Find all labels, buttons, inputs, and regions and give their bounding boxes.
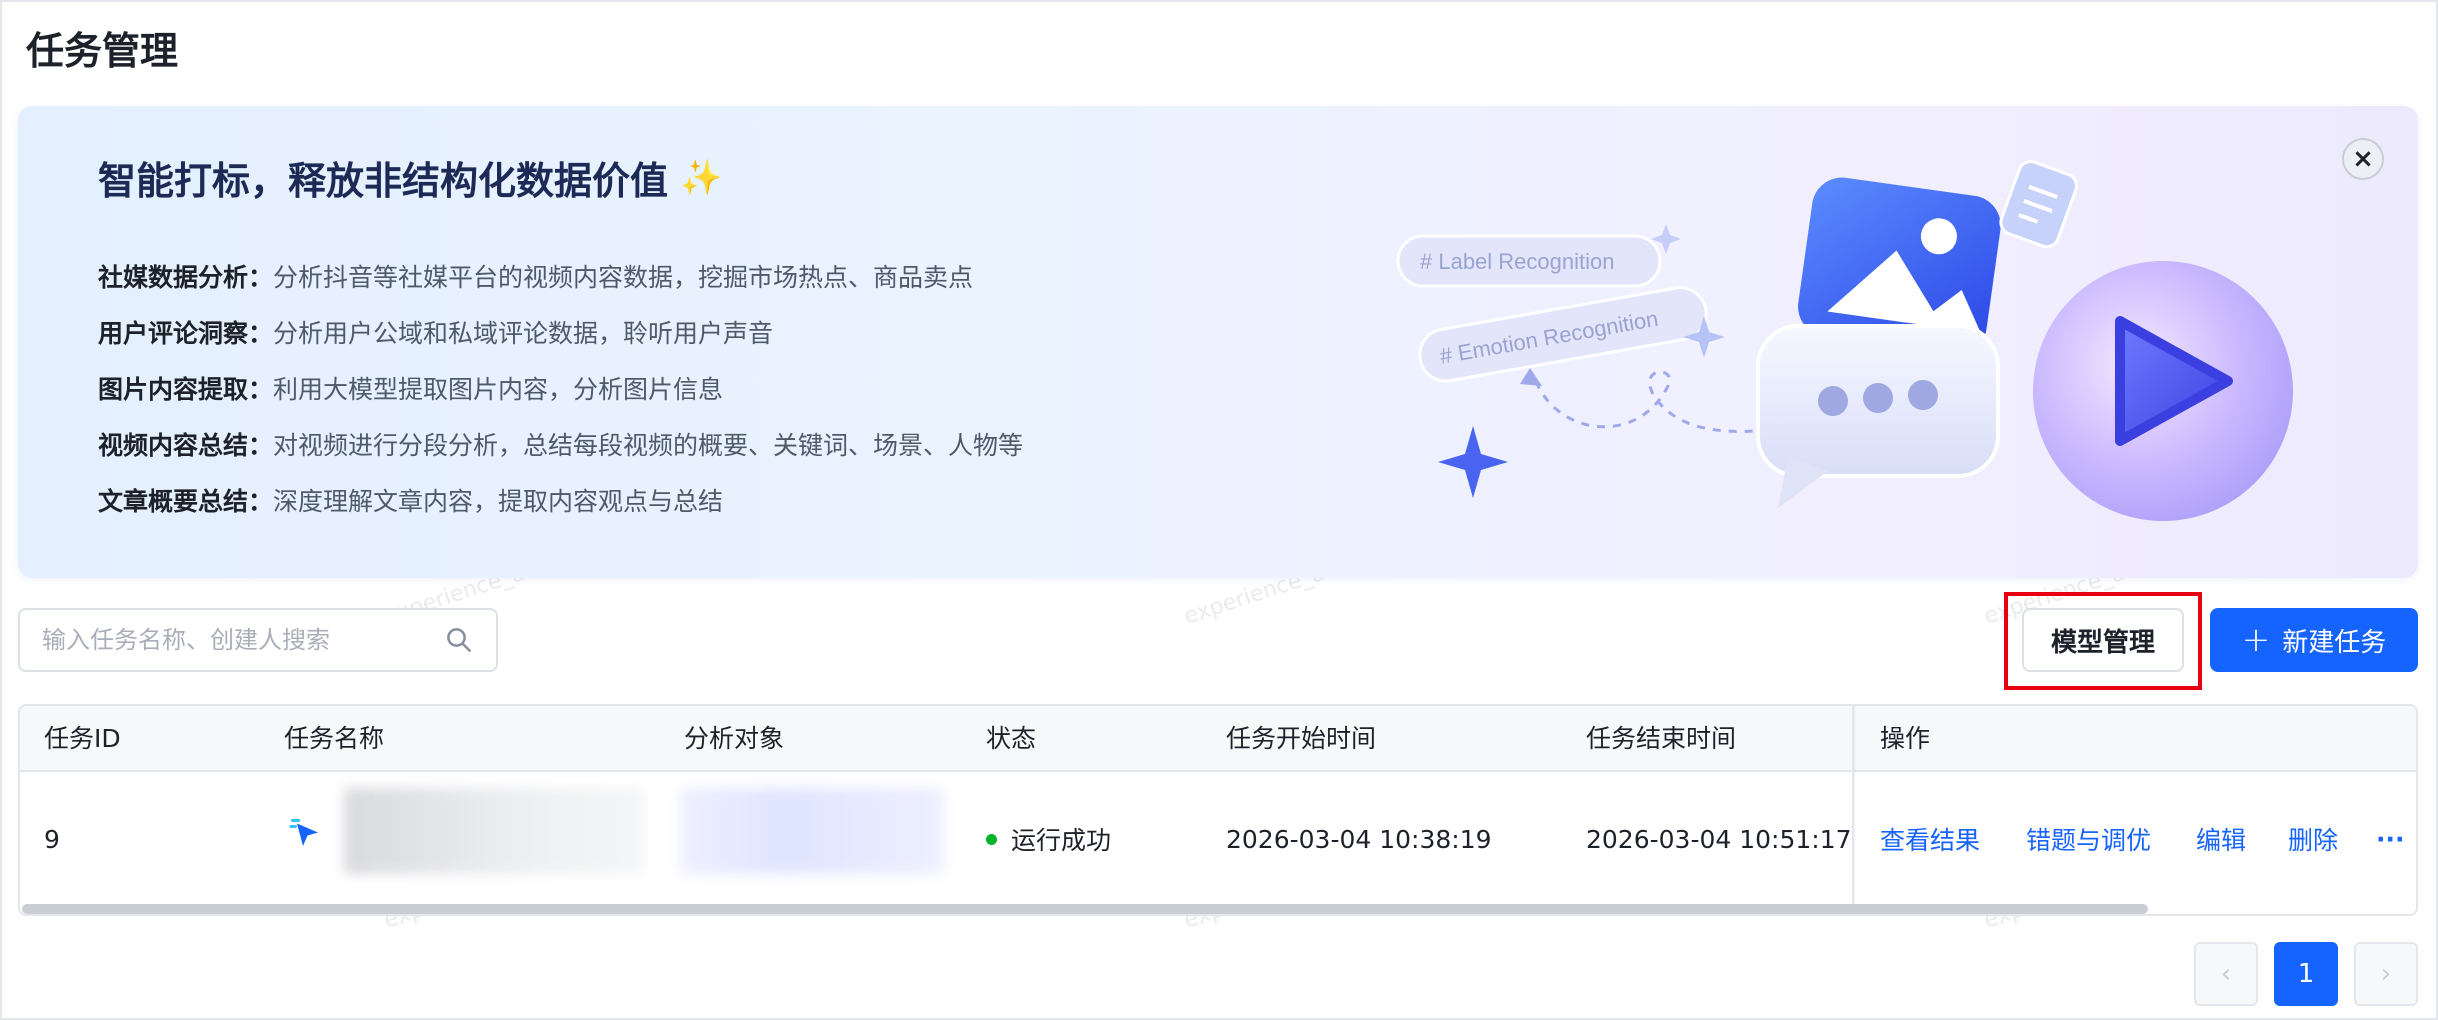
column-header-actions: 操作	[1880, 724, 1931, 753]
pagination-prev-button[interactable]: ‹	[2194, 942, 2258, 1006]
feature-desc: 深度理解文章内容，提取内容观点与总结	[273, 487, 724, 516]
play-icon	[2033, 261, 2293, 521]
column-header-end-time: 任务结束时间	[1586, 724, 1737, 753]
feature-key: 社媒数据分析：	[98, 263, 274, 292]
column-header-name: 任务名称	[284, 724, 385, 753]
fixed-column-divider	[1852, 706, 1856, 914]
sparkle-icon: ✨	[680, 157, 723, 198]
feature-key: 图片内容提取：	[98, 375, 274, 404]
feature-item: 用户评论洞察：分析用户公域和私域评论数据，聆听用户声音	[98, 314, 773, 350]
plus-icon: +	[2241, 620, 2271, 660]
task-name-redacted[interactable]	[344, 788, 644, 874]
banner-illustration: # Label Recognition # Emotion Recognitio…	[1396, 160, 2293, 521]
pagination-page-1[interactable]: 1	[2274, 942, 2338, 1006]
feature-key: 文章概要总结：	[98, 487, 274, 516]
cell-end-time: 2026-03-04 10:51:17	[1586, 824, 1852, 854]
status-text: 运行成功	[1011, 826, 1112, 855]
feature-desc: 分析用户公域和私域评论数据，聆听用户声音	[273, 319, 774, 348]
task-table: 任务ID 任务名称 分析对象 状态 任务开始时间 任务结束时间 操作 9 运行成…	[18, 704, 2418, 916]
model-manage-button[interactable]: 模型管理	[2022, 608, 2184, 672]
feature-key: 视频内容总结：	[98, 431, 274, 460]
column-header-target: 分析对象	[684, 724, 785, 753]
delete-link[interactable]: 删除	[2288, 772, 2338, 906]
column-header-start-time: 任务开始时间	[1226, 724, 1377, 753]
close-icon: ×	[2352, 144, 2374, 174]
feature-item: 文章概要总结：深度理解文章内容，提取内容观点与总结	[98, 482, 723, 518]
more-actions-icon[interactable]: ···	[2376, 772, 2405, 906]
page-title: 任务管理	[26, 29, 179, 73]
analysis-target-redacted[interactable]	[680, 788, 944, 874]
feature-item: 视频内容总结：对视频进行分段分析，总结每段视频的概要、关键词、场景、人物等	[98, 426, 1023, 462]
feature-key: 用户评论洞察：	[98, 319, 274, 348]
search-icon[interactable]	[444, 625, 474, 655]
label-recognition-tag: # Label Recognition	[1396, 234, 1662, 288]
promo-banner: 智能打标，释放非结构化数据价值 ✨ 社媒数据分析：分析抖音等社媒平台的视频内容数…	[18, 106, 2418, 578]
chat-bubble-icon	[1756, 324, 2000, 508]
search-box	[18, 608, 498, 672]
status-dot	[986, 833, 997, 845]
emotion-recognition-tag: # Emotion Recognition	[1418, 286, 1708, 383]
star-icon	[1438, 426, 1508, 498]
feature-item: 社媒数据分析：分析抖音等社媒平台的视频内容数据，挖掘市场热点、商品卖点	[98, 258, 973, 294]
cell-task-id: 9	[44, 824, 60, 854]
pagination-next-button[interactable]: ›	[2354, 942, 2418, 1006]
task-type-icon	[289, 819, 318, 846]
error-tuning-link[interactable]: 错题与调优	[2026, 772, 2151, 906]
banner-close-button[interactable]: ×	[2342, 138, 2384, 180]
cell-start-time: 2026-03-04 10:38:19	[1226, 824, 1492, 854]
horizontal-scrollbar[interactable]	[22, 904, 2148, 914]
table-row: 9 运行成功 2026-03-04 10:38:19 2026-03-04 10…	[20, 772, 2416, 914]
feature-desc: 分析抖音等社媒平台的视频内容数据，挖掘市场热点、商品卖点	[273, 263, 974, 292]
feature-desc: 对视频进行分段分析，总结每段视频的概要、关键词、场景、人物等	[273, 431, 1024, 460]
cell-status: 运行成功	[986, 772, 1111, 906]
column-header-id: 任务ID	[44, 724, 121, 753]
new-task-label: 新建任务	[2282, 627, 2387, 658]
banner-title-text: 智能打标，释放非结构化数据价值	[98, 159, 669, 203]
tag-label-recognition: # Label Recognition	[1420, 249, 1614, 274]
view-result-link[interactable]: 查看结果	[1880, 772, 1980, 906]
new-task-button[interactable]: + 新建任务	[2210, 608, 2418, 672]
table-header: 任务ID 任务名称 分析对象 状态 任务开始时间 任务结束时间 操作	[20, 706, 2416, 772]
document-icon	[1999, 160, 2078, 249]
feature-desc: 利用大模型提取图片内容，分析图片信息	[273, 375, 724, 404]
edit-link[interactable]: 编辑	[2196, 772, 2246, 906]
search-input[interactable]	[42, 626, 444, 654]
feature-item: 图片内容提取：利用大模型提取图片内容，分析图片信息	[98, 370, 723, 406]
column-header-status: 状态	[986, 724, 1037, 753]
banner-title: 智能打标，释放非结构化数据价值 ✨	[98, 150, 722, 205]
